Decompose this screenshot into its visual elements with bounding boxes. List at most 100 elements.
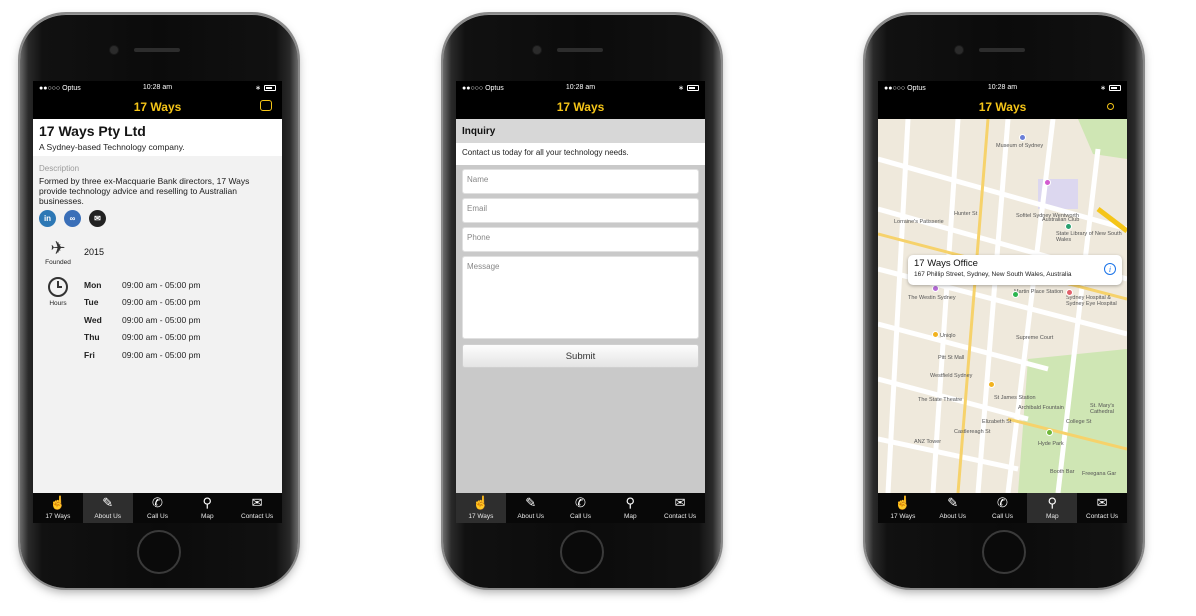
museum-pin-icon[interactable] xyxy=(1019,134,1026,141)
tab-contact-us[interactable]: ✉ Contact Us xyxy=(1077,493,1127,523)
map-label-st-james: St James Station xyxy=(994,395,1036,401)
message-field[interactable]: Message xyxy=(462,256,699,339)
nav-title: 17 Ways xyxy=(556,100,605,114)
tab-map[interactable]: ⚲ Map xyxy=(1027,493,1078,523)
status-time: 10:28 am xyxy=(142,84,173,91)
tab-bar: ☝ 17 Ways ✎ About Us ✆ Call Us ⚲ Map ✉ Contac… xyxy=(33,493,282,523)
map-label-hyde-park: Hyde Park xyxy=(1038,441,1064,447)
nav-bar: 17 Ways xyxy=(33,95,282,119)
station-pin-icon[interactable] xyxy=(988,381,995,388)
map-label-sydney-hospital: Sydney Hospital & Sydney Eye Hospital xyxy=(1066,295,1117,307)
founded-label: Founded xyxy=(45,259,71,266)
name-field[interactable]: Name xyxy=(462,169,699,194)
inquiry-title: Inquiry xyxy=(456,119,705,143)
tab-about-us[interactable]: ✎ About Us xyxy=(82,493,133,523)
tab-about-us[interactable]: ✎ About Us xyxy=(928,493,978,523)
hours-row: Tue 09:00 am - 05:00 pm xyxy=(84,294,200,312)
tab-about-us[interactable]: ✎ About Us xyxy=(506,493,556,523)
tab-map[interactable]: ⚲ Map xyxy=(182,493,232,523)
hours-list: Mon 09:00 am - 05:00 pm Tue 09:00 am - 05:… xyxy=(84,276,200,364)
about-content: 17 Ways Pty Ltd A Sydney-based Technolog… xyxy=(33,119,282,493)
hotel-pin-icon[interactable] xyxy=(932,285,939,292)
hospital-pin-icon[interactable] xyxy=(1066,289,1073,296)
map-label-supreme-court: Supreme Court xyxy=(1016,335,1054,341)
envelope-icon: ✉ xyxy=(251,495,263,510)
map-label-lorraine: Lorraine's Patisserie xyxy=(894,219,944,225)
company-tagline: A Sydney-based Technology company. xyxy=(39,142,185,152)
hours-time: 09:00 am - 05:00 pm xyxy=(122,297,201,308)
tab-17-ways[interactable]: ☝ 17 Ways xyxy=(878,493,928,523)
mail-icon[interactable]: ✉ xyxy=(89,210,106,227)
hours-day: Tue xyxy=(84,297,99,308)
map-label-museum: Museum of Sydney xyxy=(996,143,1044,149)
park-pin-icon[interactable] xyxy=(1046,429,1053,436)
phone-field[interactable]: Phone xyxy=(462,227,699,252)
tab-label: About Us xyxy=(94,513,122,520)
clock-icon xyxy=(48,277,68,297)
info-icon[interactable]: i xyxy=(1104,263,1116,275)
home-button[interactable] xyxy=(982,530,1026,574)
map-label-australian-club: Australian Club xyxy=(1042,217,1080,223)
map-label-st-marys: St. Mary's Cathedral xyxy=(1090,403,1115,415)
map-view[interactable]: Museum of Sydney State Library of New So… xyxy=(878,119,1127,493)
inquiry-subtitle: Contact us today for all your technology… xyxy=(456,143,705,165)
tab-contact-us[interactable]: ✉ Contact Us xyxy=(655,493,705,523)
phone-icon: ✆ xyxy=(575,495,586,510)
callout-title: 17 Ways Office xyxy=(914,258,978,269)
tab-label: 17 Ways xyxy=(468,513,494,520)
envelope-icon: ✉ xyxy=(674,495,686,510)
hours-day: Wed xyxy=(84,314,102,325)
hours-time: 09:00 am - 05:00 pm xyxy=(122,332,201,343)
store-pin-icon[interactable] xyxy=(932,331,939,338)
tab-label: About Us xyxy=(939,513,967,520)
map-label-anz-tower: ANZ Tower xyxy=(914,439,942,445)
phone-inquiry: ●●○○○ Optus ∗ 10:28 am 17 Ways Inquiry C… xyxy=(443,14,721,588)
quill-icon: ✎ xyxy=(525,495,537,510)
map-label-pitt-st-mall: Pitt St Mall xyxy=(938,355,965,361)
hours-row: Fri 09:00 am - 05:00 pm xyxy=(84,346,200,364)
office-location-pin[interactable] xyxy=(1012,291,1019,298)
inquiry-content: Inquiry Contact us today for all your te… xyxy=(456,119,705,493)
tab-17-ways[interactable]: ☝ 17 Ways xyxy=(456,493,506,523)
linkedin-icon[interactable]: in xyxy=(39,210,56,227)
inquiry-form: Inquiry Contact us today for all your te… xyxy=(456,119,705,493)
tab-label: About Us xyxy=(517,513,545,520)
submit-button[interactable]: Submit xyxy=(462,344,699,368)
company-name: 17 Ways Pty Ltd xyxy=(39,123,146,139)
tab-call-us[interactable]: ✆ Call Us xyxy=(556,493,606,523)
location-icon[interactable] xyxy=(1107,103,1114,110)
person-touch-icon: ☝ xyxy=(49,495,66,510)
front-camera xyxy=(110,46,118,54)
tab-call-us[interactable]: ✆ Call Us xyxy=(978,493,1028,523)
map-label-booth-bar: Booth Bar xyxy=(1050,469,1075,475)
tab-label: Contact Us xyxy=(241,513,274,520)
map-label-state-theatre: The State Theatre xyxy=(918,397,963,403)
chat-icon[interactable] xyxy=(260,100,272,111)
library-pin-icon[interactable] xyxy=(1065,223,1072,230)
description-text: Formed by three ex-Macquarie Bank direct… xyxy=(39,176,250,206)
earpiece-speaker xyxy=(134,48,180,52)
map-content: Museum of Sydney State Library of New So… xyxy=(878,119,1127,493)
hours-side: Hours xyxy=(39,276,77,364)
home-button[interactable] xyxy=(560,530,604,574)
plane-icon: ✈ xyxy=(50,238,66,258)
home-button[interactable] xyxy=(137,530,181,574)
person-touch-icon: ☝ xyxy=(472,495,489,510)
tab-17-ways[interactable]: ☝ 17 Ways xyxy=(33,493,83,523)
status-time: 10:28 am xyxy=(565,84,596,91)
map-label-hunter-st: Hunter St xyxy=(954,211,978,217)
front-camera xyxy=(533,46,541,54)
tab-label: Map xyxy=(200,513,214,520)
email-field[interactable]: Email xyxy=(462,198,699,223)
location-callout[interactable]: 17 Ways Office 167 Phillip Street, Sydne… xyxy=(908,255,1122,285)
tab-contact-us[interactable]: ✉ Contact Us xyxy=(232,493,282,523)
tab-call-us[interactable]: ✆ Call Us xyxy=(133,493,183,523)
mockup-stage: ●●○○○ Optus ∗ 10:28 am 17 Ways 17 Ways P… xyxy=(0,0,1196,616)
shopping-pin-icon[interactable] xyxy=(1044,179,1051,186)
tab-bar: ☝ 17 Ways ✎ About Us ✆ Call Us ⚲ Map ✉ Contac… xyxy=(456,493,705,523)
link-icon[interactable]: ∞ xyxy=(64,210,81,227)
founded-block: ✈ Founded xyxy=(39,237,77,266)
person-touch-icon: ☝ xyxy=(894,495,911,510)
hours-row: Thu 09:00 am - 05:00 pm xyxy=(84,329,200,347)
tab-map[interactable]: ⚲ Map xyxy=(605,493,655,523)
